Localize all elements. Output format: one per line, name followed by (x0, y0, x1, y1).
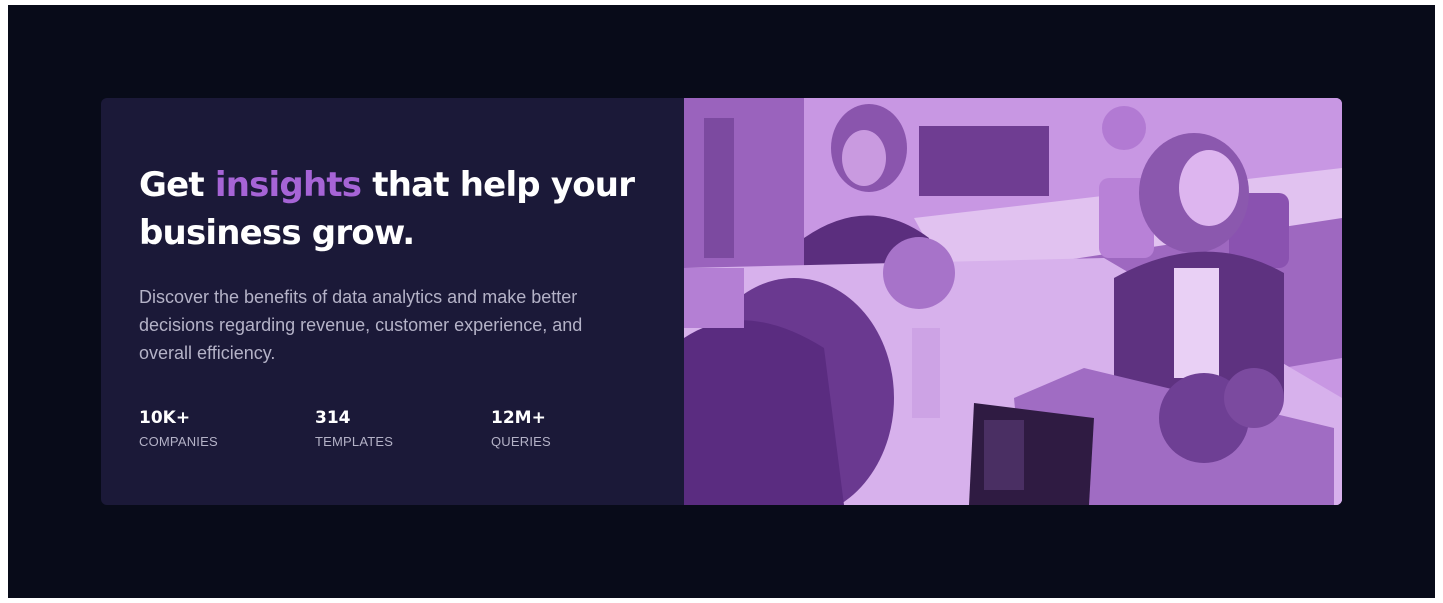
card-content: Get insights that help your business gro… (101, 98, 684, 505)
headline: Get insights that help your business gro… (139, 161, 639, 257)
stat-label: COMPANIES (139, 434, 218, 449)
stat-value: 10K+ (139, 408, 191, 428)
page-background: Get insights that help your business gro… (8, 5, 1435, 598)
description: Discover the benefits of data analytics … (139, 287, 583, 363)
stat-templates: 314 TEMPLATES (315, 407, 491, 450)
stats-row: 10K+ COMPANIES 314 TEMPLATES 12M+ QUERIE… (139, 407, 684, 450)
headline-start: Get (139, 165, 215, 205)
office-illustration (684, 98, 1342, 505)
stat-label: TEMPLATES (315, 434, 394, 449)
stat-queries: 12M+ QUERIES (491, 407, 667, 450)
stat-value: 314 (315, 408, 351, 428)
stat-value: 12M+ (491, 408, 546, 428)
headline-accent: insights (214, 165, 362, 205)
stats-preview-card: Get insights that help your business gro… (101, 98, 1342, 505)
stat-companies: 10K+ COMPANIES (139, 407, 315, 450)
office-team-image (684, 98, 1342, 505)
stat-label: QUERIES (491, 434, 551, 449)
